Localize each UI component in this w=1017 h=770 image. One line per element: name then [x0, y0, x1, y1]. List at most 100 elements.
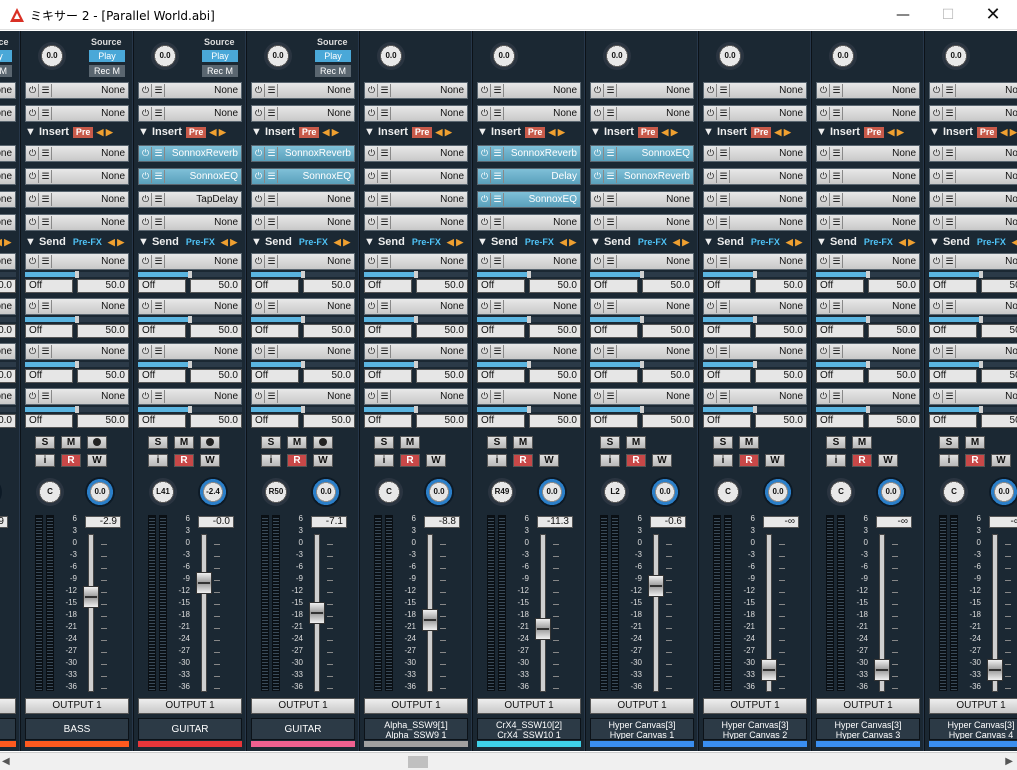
- pan-knob[interactable]: C: [714, 478, 742, 506]
- read-automation-button[interactable]: R: [852, 454, 872, 467]
- output-selector[interactable]: OUTPUT 1: [251, 698, 355, 714]
- send-mode[interactable]: Off: [590, 324, 638, 338]
- power-icon[interactable]: ⏻: [479, 216, 491, 229]
- pre-slot[interactable]: ⏻☰ None: [138, 105, 242, 122]
- insert-slot[interactable]: ⏻☰ None: [138, 214, 242, 231]
- collapse-icon[interactable]: ▼: [138, 236, 152, 248]
- insert-slot[interactable]: ⏻☰ None: [25, 145, 129, 162]
- insert-slot[interactable]: ⏻☰ None: [364, 168, 468, 185]
- write-automation-button[interactable]: W: [87, 454, 107, 467]
- power-icon[interactable]: ⏻: [592, 107, 604, 120]
- power-icon[interactable]: ⏻: [592, 147, 604, 160]
- send-level-handle[interactable]: [979, 271, 983, 278]
- send-level-handle[interactable]: [414, 406, 418, 413]
- collapse-icon[interactable]: ▼: [364, 236, 378, 248]
- send-mode[interactable]: Off: [25, 414, 73, 428]
- record-arm-button[interactable]: [200, 436, 220, 449]
- menu-icon[interactable]: ☰: [153, 390, 165, 403]
- send-value[interactable]: 50.0: [190, 414, 242, 428]
- power-icon[interactable]: ⏻: [27, 390, 39, 403]
- menu-icon[interactable]: ☰: [944, 84, 956, 97]
- send-level-slider[interactable]: [590, 361, 694, 368]
- power-icon[interactable]: ⏻: [27, 84, 39, 97]
- pre-fx-toggle[interactable]: Pre-FX: [183, 237, 218, 248]
- menu-icon[interactable]: ☰: [605, 170, 617, 183]
- menu-icon[interactable]: ☰: [153, 345, 165, 358]
- send-mode[interactable]: Off: [929, 414, 977, 428]
- send-level-handle[interactable]: [188, 406, 192, 413]
- menu-icon[interactable]: ☰: [831, 300, 843, 313]
- send-value[interactable]: 50.0: [868, 369, 920, 383]
- rec-monitor-button[interactable]: Rec M: [202, 65, 238, 77]
- insert-slot[interactable]: ⏻ ☰ SonnoxEQ: [590, 145, 694, 162]
- track-name[interactable]: GUITAR: [251, 718, 355, 740]
- send-mode[interactable]: Off: [929, 369, 977, 383]
- power-icon[interactable]: ⏻: [27, 193, 39, 206]
- nav-arrows-icon[interactable]: ◀ ▶: [899, 237, 915, 247]
- send-level-handle[interactable]: [188, 316, 192, 323]
- insert-slot[interactable]: ⏻ ☰ SonnoxEQ: [138, 168, 242, 185]
- send-level-slider[interactable]: [251, 361, 355, 368]
- pre-slot[interactable]: ⏻☰ None: [929, 82, 1017, 99]
- send-level-slider[interactable]: [929, 316, 1017, 323]
- power-icon[interactable]: ⏻: [592, 84, 604, 97]
- fader-handle[interactable]: [987, 659, 1003, 682]
- pan-knob[interactable]: L2: [601, 478, 629, 506]
- input-gain-knob[interactable]: 0.0: [377, 42, 405, 70]
- power-icon[interactable]: ⏻: [705, 147, 717, 160]
- menu-icon[interactable]: ☰: [831, 84, 843, 97]
- menu-icon[interactable]: ☰: [40, 84, 52, 97]
- volume-knob[interactable]: 0.0: [763, 477, 793, 507]
- power-icon[interactable]: ⏻: [592, 216, 604, 229]
- solo-button[interactable]: S: [939, 436, 959, 449]
- power-icon[interactable]: ⏻: [705, 300, 717, 313]
- send-mode[interactable]: Off: [138, 279, 186, 293]
- pre-toggle[interactable]: Pre: [524, 127, 546, 138]
- send-value[interactable]: 50.0: [981, 279, 1017, 293]
- menu-icon[interactable]: ☰: [379, 216, 391, 229]
- pan-knob[interactable]: R50: [262, 478, 290, 506]
- insert-slot[interactable]: ⏻☰ None: [25, 191, 129, 208]
- insert-slot[interactable]: ⏻☰ None: [364, 145, 468, 162]
- send-level-handle[interactable]: [640, 316, 644, 323]
- insert-slot[interactable]: ⏻ ☰ Delay: [477, 168, 581, 185]
- info-button[interactable]: i: [826, 454, 846, 467]
- input-gain-knob[interactable]: 0.0: [38, 42, 66, 70]
- volume-knob[interactable]: 0.0: [650, 477, 680, 507]
- output-selector[interactable]: OUTPUT 1: [25, 698, 129, 714]
- menu-icon[interactable]: ☰: [831, 147, 843, 160]
- input-gain-knob[interactable]: 0.0: [829, 42, 857, 70]
- menu-icon[interactable]: ☰: [379, 345, 391, 358]
- send-mode[interactable]: Off: [477, 414, 525, 428]
- pre-fx-toggle[interactable]: Pre-FX: [861, 237, 896, 248]
- insert-slot[interactable]: ⏻ ☰ SonnoxReverb: [251, 145, 355, 162]
- send-slot[interactable]: ⏻☰ None: [364, 343, 468, 360]
- send-value[interactable]: 50.0: [755, 369, 807, 383]
- horizontal-scrollbar[interactable]: ◀ ▶: [0, 752, 1017, 770]
- menu-icon[interactable]: ☰: [40, 216, 52, 229]
- play-button[interactable]: Play: [202, 50, 238, 62]
- info-button[interactable]: i: [713, 454, 733, 467]
- send-level-slider[interactable]: [251, 406, 355, 413]
- send-level-slider[interactable]: [816, 316, 920, 323]
- send-value[interactable]: 50.0: [416, 414, 468, 428]
- menu-icon[interactable]: ☰: [605, 193, 617, 206]
- insert-slot[interactable]: ⏻☰ None: [477, 214, 581, 231]
- menu-icon[interactable]: ☰: [153, 147, 165, 160]
- track-name[interactable]: Hyper Canvas[3] Hyper Canvas 3: [816, 718, 920, 740]
- menu-icon[interactable]: ☰: [492, 147, 504, 160]
- power-icon[interactable]: ⏻: [592, 390, 604, 403]
- collapse-icon[interactable]: ▼: [703, 126, 717, 138]
- send-level-slider[interactable]: [0, 317, 16, 322]
- send-level-handle[interactable]: [866, 316, 870, 323]
- send-value[interactable]: 50.0: [0, 414, 16, 428]
- power-icon[interactable]: ⏻: [818, 300, 830, 313]
- menu-icon[interactable]: ☰: [266, 107, 278, 120]
- write-automation-button[interactable]: W: [426, 454, 446, 467]
- menu-icon[interactable]: ☰: [492, 300, 504, 313]
- send-slot[interactable]: ⏻☰ None: [816, 388, 920, 405]
- fader-track[interactable]: [653, 534, 659, 692]
- send-slot[interactable]: ⏻☰ None: [251, 298, 355, 315]
- send-value[interactable]: 50.0: [642, 369, 694, 383]
- send-mode[interactable]: Off: [138, 414, 186, 428]
